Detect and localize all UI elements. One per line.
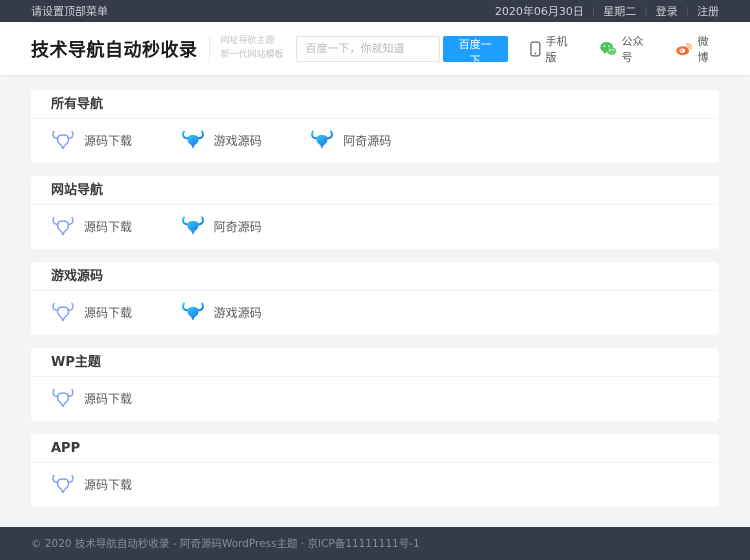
separator: | <box>644 6 647 17</box>
mobile-icon <box>530 41 541 57</box>
search-button[interactable]: 百度一下 <box>443 36 508 62</box>
topbar-weekday: 星期二 <box>603 3 636 19</box>
nav-link-label: 源码下载 <box>84 132 132 149</box>
login-link[interactable]: 登录 <box>656 3 678 19</box>
footer: © 2020 技术导航自动秒收录 - 阿奇源码WordPress主题 · 京IC… <box>0 527 750 560</box>
nav-link[interactable]: 源码下载 <box>51 127 181 154</box>
weibo-link[interactable]: 微博 <box>676 33 719 65</box>
wechat-icon <box>600 41 617 56</box>
topbar-menu-hint: 请设置顶部菜单 <box>31 3 108 19</box>
nav-link-label: 源码下载 <box>84 218 132 235</box>
topbar: 请设置顶部菜单 2020年06月30日 | 星期二 | 登录 | 注册 <box>0 0 750 22</box>
section-title: 游戏源码 <box>31 262 719 291</box>
nav-link-label: 源码下载 <box>84 304 132 321</box>
wechat-official-label: 公众号 <box>622 33 654 65</box>
mobile-version-link[interactable]: 手机版 <box>530 33 578 65</box>
nav-link-label: 阿奇源码 <box>214 218 262 235</box>
nav-link-label: 游戏源码 <box>214 132 262 149</box>
tagline-line1: 网址导航主题 <box>221 35 284 49</box>
bull-outline-icon <box>51 302 75 323</box>
bull-filled-icon <box>181 130 205 151</box>
topbar-date: 2020年06月30日 <box>495 3 584 19</box>
section-title: 所有导航 <box>31 90 719 119</box>
nav-link-label: 阿奇源码 <box>343 132 391 149</box>
nav-link[interactable]: 游戏源码 <box>181 299 311 326</box>
nav-link[interactable]: 源码下载 <box>51 213 181 240</box>
nav-section-wp: WP主题 源码下载 <box>31 348 719 421</box>
search-bar: 百度一下 <box>296 36 508 62</box>
section-title: 网站导航 <box>31 176 719 205</box>
nav-link-label: 源码下载 <box>84 390 132 407</box>
header-links: 手机版 公众号 <box>508 33 719 65</box>
bull-outline-icon <box>51 388 75 409</box>
site-title: 技术导航自动秒收录 <box>31 36 198 62</box>
weibo-label: 微博 <box>697 33 719 65</box>
nav-link-label: 源码下载 <box>84 476 132 493</box>
nav-link[interactable]: 源码下载 <box>51 471 181 498</box>
register-link[interactable]: 注册 <box>697 3 719 19</box>
nav-section-website: 网站导航 源码下载 阿奇源码 <box>31 176 719 249</box>
search-input[interactable] <box>296 36 440 62</box>
weibo-icon <box>676 41 693 56</box>
main-content: 所有导航 源码下载 游戏源码 <box>0 75 750 527</box>
nav-section-game: 游戏源码 源码下载 游戏源码 <box>31 262 719 335</box>
section-title: APP <box>31 434 719 463</box>
bull-filled-icon <box>181 302 205 323</box>
nav-section-all: 所有导航 源码下载 游戏源码 <box>31 90 719 163</box>
header: 技术导航自动秒收录 网址导航主题 新一代网站模板 百度一下 手机版 <box>0 22 750 75</box>
wechat-official-link[interactable]: 公众号 <box>600 33 654 65</box>
separator: | <box>686 6 689 17</box>
bull-filled-icon <box>181 216 205 237</box>
separator: | <box>592 6 595 17</box>
section-title: WP主题 <box>31 348 719 377</box>
footer-copyright: © 2020 技术导航自动秒收录 - 阿奇源码WordPress主题 · 京IC… <box>31 536 719 551</box>
nav-link[interactable]: 源码下载 <box>51 299 181 326</box>
bull-outline-icon <box>51 216 75 237</box>
bull-outline-icon <box>51 130 75 151</box>
nav-link[interactable]: 源码下载 <box>51 385 181 412</box>
nav-link[interactable]: 阿奇源码 <box>310 127 440 154</box>
nav-link-label: 游戏源码 <box>214 304 262 321</box>
mobile-version-label: 手机版 <box>546 33 578 65</box>
bull-outline-icon <box>51 474 75 495</box>
tagline-line2: 新一代网站模板 <box>221 49 284 63</box>
nav-section-app: APP 源码下载 <box>31 434 719 507</box>
nav-link[interactable]: 阿奇源码 <box>181 213 311 240</box>
bull-filled-icon <box>310 130 334 151</box>
site-tagline: 网址导航主题 新一代网站模板 <box>209 35 284 63</box>
nav-link[interactable]: 游戏源码 <box>181 127 311 154</box>
